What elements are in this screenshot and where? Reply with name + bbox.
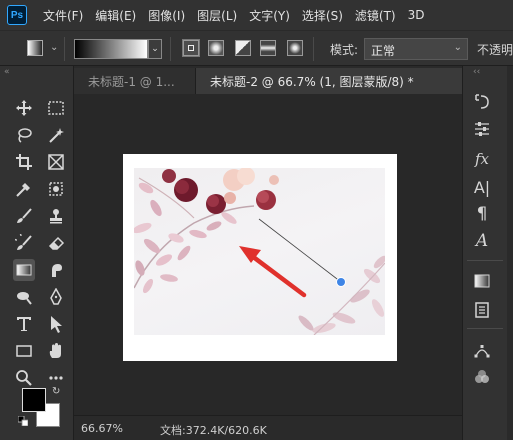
eraser-tool-icon[interactable] [45, 232, 67, 254]
frame-tool-icon[interactable] [45, 151, 67, 173]
magic-wand-icon[interactable] [45, 124, 67, 146]
gradient-end-handle [337, 278, 345, 286]
document-tabs: 未标题-1 @ 1... 未标题-2 @ 66.7% (1, 图层蒙版/8) * [74, 66, 462, 94]
app-logo: Ps [7, 5, 27, 25]
chevron-down-icon[interactable]: ⌄ [50, 42, 58, 53]
panel-scroll-strip [507, 66, 513, 440]
styles-fx-icon[interactable]: fx [471, 148, 493, 170]
menu-3d[interactable]: 3D [402, 8, 431, 22]
toolbar-header: « [0, 66, 73, 80]
chevron-down-icon: ⌄ [453, 42, 462, 53]
document-size-info[interactable]: 文档:372.4K/620.6K [160, 422, 267, 438]
gradients-panel-icon[interactable] [471, 270, 493, 292]
collapse-icon[interactable]: ‹‹ [473, 67, 480, 77]
pen-tool-icon[interactable] [45, 286, 67, 308]
rectangle-tool-icon[interactable] [13, 340, 35, 362]
zoom-level[interactable]: 66.67% [81, 422, 123, 435]
radial-gradient-button[interactable] [208, 40, 224, 56]
history-panel-icon[interactable] [471, 90, 493, 112]
tab-document-1[interactable]: 未标题-1 @ 1... [74, 68, 196, 94]
angle-gradient-button[interactable] [235, 40, 251, 56]
menu-filter[interactable]: 滤镜(T) [349, 7, 402, 24]
menu-image[interactable]: 图像(I) [142, 7, 191, 24]
linear-gradient-button[interactable] [182, 39, 200, 57]
gradient-picker-dropdown[interactable]: ⌄ [148, 39, 162, 59]
healing-tool-icon[interactable] [45, 178, 67, 200]
menu-file[interactable]: 文件(F) [37, 7, 89, 24]
smudge-tool-icon[interactable] [45, 259, 67, 281]
tab-document-2[interactable]: 未标题-2 @ 66.7% (1, 图层蒙版/8) * [196, 68, 462, 94]
gradient-tool-preset-icon[interactable] [27, 40, 43, 56]
default-colors-icon[interactable] [17, 415, 29, 427]
hand-tool-icon[interactable] [45, 340, 67, 362]
path-select-icon[interactable] [45, 313, 67, 335]
gradient-tool-icon[interactable] [13, 259, 35, 281]
stamp-tool-icon[interactable] [45, 205, 67, 227]
foreground-color-swatch[interactable] [22, 388, 46, 412]
reflected-gradient-button[interactable] [260, 40, 276, 56]
diamond-gradient-button[interactable] [287, 40, 303, 56]
menu-edit[interactable]: 编辑(E) [89, 7, 142, 24]
mode-value: 正常 [371, 44, 396, 58]
libraries-panel-icon[interactable] [471, 299, 493, 321]
panels-dock: ‹‹ fx A| ¶ A [462, 66, 513, 440]
mode-label: 模式: [330, 43, 359, 57]
menu-type[interactable]: 文字(Y) [243, 7, 296, 24]
gradient-preview[interactable] [74, 39, 148, 59]
zoom-tool-icon[interactable] [13, 367, 35, 389]
crop-tool-icon[interactable] [13, 151, 35, 173]
swap-colors-icon[interactable]: ↻ [52, 386, 60, 397]
options-bar: ⌄ ⌄ 模式: 正常 ⌄ 不透明 [0, 30, 513, 66]
type-tool-icon[interactable] [13, 313, 35, 335]
document-canvas[interactable] [123, 154, 397, 361]
marquee-tool-icon[interactable] [45, 97, 67, 119]
move-tool-icon[interactable] [13, 97, 35, 119]
status-bar: 66.67% 文档:372.4K/620.6K [74, 415, 462, 440]
history-brush-icon[interactable] [13, 232, 35, 254]
adjustments-panel-icon[interactable] [471, 118, 493, 140]
collapse-icon[interactable]: « [4, 66, 10, 80]
character-panel-icon[interactable]: A| [471, 176, 493, 198]
canvas-workspace[interactable] [74, 94, 462, 415]
mode-select[interactable]: 正常 ⌄ [364, 38, 468, 60]
glyphs-panel-icon[interactable]: A [471, 230, 493, 252]
eyedropper-icon[interactable] [13, 178, 35, 200]
brush-tool-icon[interactable] [13, 205, 35, 227]
tools-panel: « ↻ [0, 66, 74, 440]
dodge-tool-icon[interactable] [13, 286, 35, 308]
photoshop-window: Ps 文件(F) 编辑(E) 图像(I) 图层(L) 文字(Y) 选择(S) 滤… [0, 0, 513, 440]
menu-layer[interactable]: 图层(L) [191, 7, 243, 24]
photo-artwork [134, 168, 385, 335]
lasso-tool-icon[interactable] [13, 124, 35, 146]
menu-select[interactable]: 选择(S) [296, 7, 349, 24]
channels-panel-icon[interactable] [471, 366, 493, 388]
paragraph-panel-icon[interactable]: ¶ [471, 203, 493, 225]
flower-photo[interactable] [134, 168, 385, 335]
opacity-label: 不透明 [477, 43, 513, 57]
paths-panel-icon[interactable] [471, 340, 493, 362]
menu-bar: Ps 文件(F) 编辑(E) 图像(I) 图层(L) 文字(Y) 选择(S) 滤… [0, 0, 513, 30]
